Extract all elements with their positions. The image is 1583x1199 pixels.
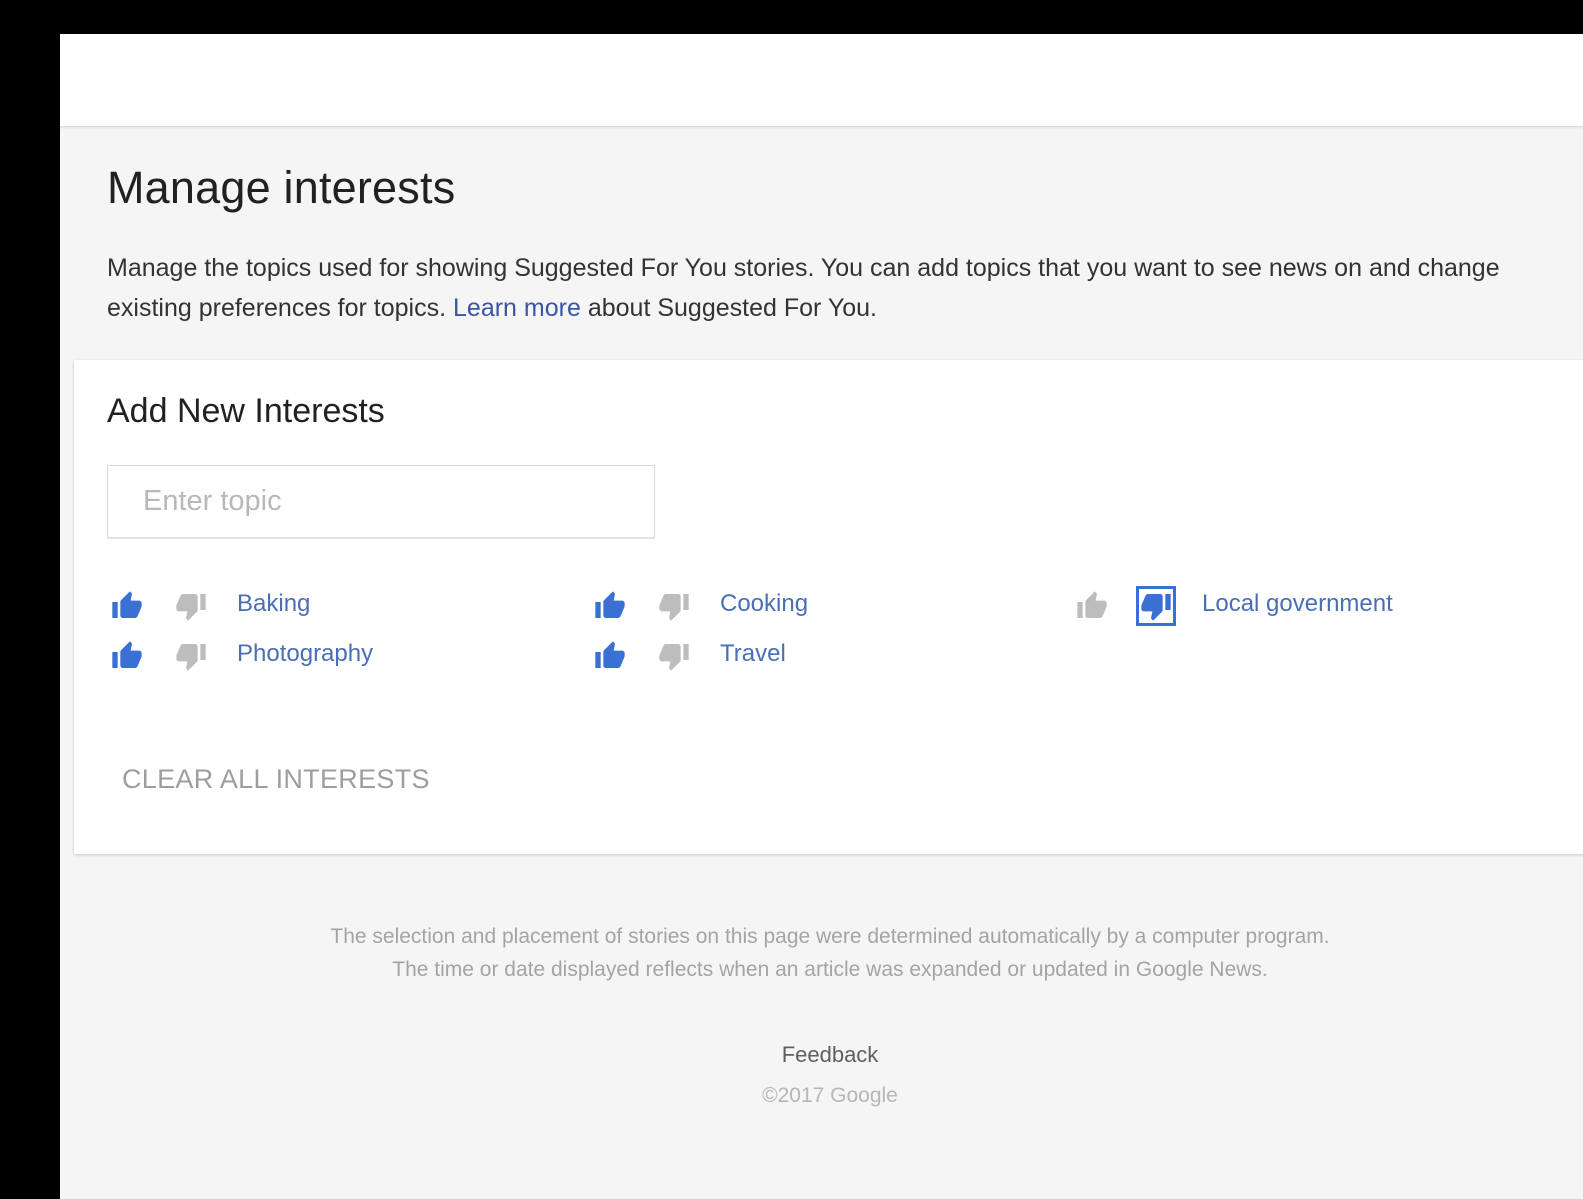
topic-input[interactable] [107, 465, 655, 539]
like-button[interactable] [1072, 586, 1112, 626]
footer-disclaimer: The selection and placement of stories o… [60, 920, 1583, 986]
thumbs-down-icon [176, 644, 206, 671]
interest-label[interactable]: Travel [720, 640, 786, 668]
feedback-link[interactable]: Feedback [60, 1042, 1583, 1068]
add-interests-card: Add New Interests Baking Cooking [74, 360, 1583, 854]
interest-label[interactable]: Photography [237, 640, 373, 668]
thumbs-down-icon [176, 594, 206, 621]
thumbs-up-icon [595, 591, 625, 618]
thumbs-up-icon [112, 641, 142, 668]
like-button[interactable] [590, 586, 630, 626]
thumbs-up-icon [112, 591, 142, 618]
dislike-button[interactable] [1136, 586, 1176, 626]
thumbs-down-icon [659, 594, 689, 621]
learn-more-link[interactable]: Learn more [453, 294, 581, 322]
add-interests-title: Add New Interests [107, 392, 385, 430]
interest-label[interactable]: Baking [237, 590, 310, 618]
like-button[interactable] [107, 586, 147, 626]
thumbs-up-icon [1077, 591, 1107, 618]
intro-suffix: about Suggested For You. [587, 294, 877, 322]
like-button[interactable] [590, 636, 630, 676]
disclaimer-line: The selection and placement of stories o… [330, 925, 1330, 948]
dislike-button[interactable] [171, 636, 211, 676]
like-button[interactable] [107, 636, 147, 676]
copyright-text: ©2017 Google [762, 1084, 898, 1107]
thumbs-up-icon [595, 641, 625, 668]
page-title: Manage interests [107, 162, 456, 213]
disclaimer-line: The time or date displayed reflects when… [392, 958, 1268, 981]
dislike-button[interactable] [171, 586, 211, 626]
page-intro: Manage the topics used for showing Sugge… [107, 248, 1577, 328]
thumbs-down-icon [659, 644, 689, 671]
app-screen: Manage interests Manage the topics used … [60, 34, 1583, 1199]
dislike-button[interactable] [654, 636, 694, 676]
interest-label[interactable]: Cooking [720, 590, 808, 618]
top-bar [60, 34, 1583, 127]
thumbs-down-icon [1141, 594, 1171, 621]
interest-label[interactable]: Local government [1202, 590, 1393, 618]
clear-all-interests-button[interactable]: CLEAR ALL INTERESTS [122, 756, 430, 803]
dislike-button[interactable] [654, 586, 694, 626]
